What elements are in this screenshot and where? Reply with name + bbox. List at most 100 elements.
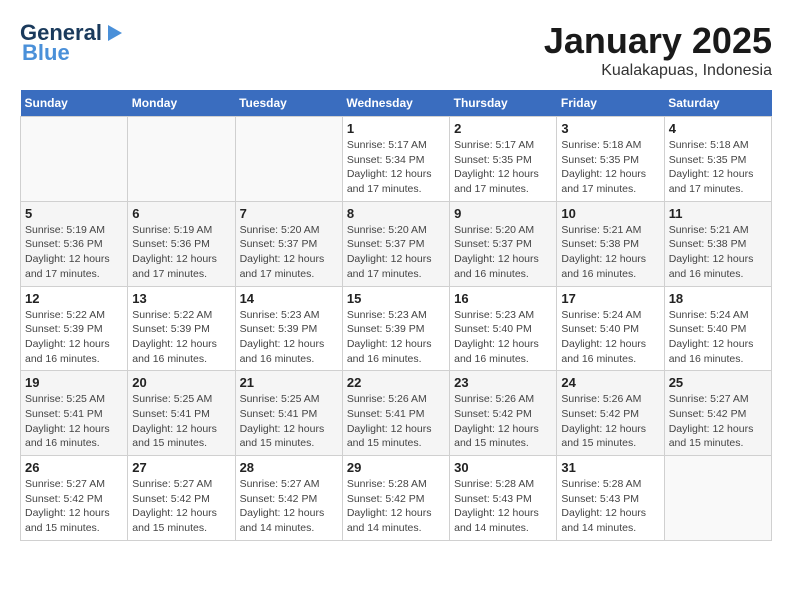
- weekday-header-monday: Monday: [128, 90, 235, 117]
- day-number: 5: [25, 206, 123, 221]
- calendar-cell: 4 Sunrise: 5:18 AM Sunset: 5:35 PM Daylig…: [664, 117, 771, 202]
- day-detail: Sunrise: 5:28 AM Sunset: 5:43 PM Dayligh…: [561, 477, 659, 536]
- calendar-cell: 2 Sunrise: 5:17 AM Sunset: 5:35 PM Daylig…: [450, 117, 557, 202]
- weekday-header-row: SundayMondayTuesdayWednesdayThursdayFrid…: [21, 90, 772, 117]
- calendar-cell: 16 Sunrise: 5:23 AM Sunset: 5:40 PM Dayli…: [450, 286, 557, 371]
- day-number: 29: [347, 460, 445, 475]
- calendar-cell: [21, 117, 128, 202]
- day-detail: Sunrise: 5:24 AM Sunset: 5:40 PM Dayligh…: [669, 308, 767, 367]
- calendar-cell: [235, 117, 342, 202]
- weekday-header-sunday: Sunday: [21, 90, 128, 117]
- day-detail: Sunrise: 5:17 AM Sunset: 5:35 PM Dayligh…: [454, 138, 552, 197]
- day-number: 17: [561, 291, 659, 306]
- weekday-header-friday: Friday: [557, 90, 664, 117]
- weekday-header-thursday: Thursday: [450, 90, 557, 117]
- calendar-cell: 12Sunrise: 5:22 AM Sunset: 5:39 PM Dayli…: [21, 286, 128, 371]
- day-detail: Sunrise: 5:23 AM Sunset: 5:40 PM Dayligh…: [454, 308, 552, 367]
- day-detail: Sunrise: 5:25 AM Sunset: 5:41 PM Dayligh…: [25, 392, 123, 451]
- day-detail: Sunrise: 5:27 AM Sunset: 5:42 PM Dayligh…: [132, 477, 230, 536]
- calendar-cell: 1Sunrise: 5:17 AM Sunset: 5:34 PM Daylig…: [342, 117, 449, 202]
- day-detail: Sunrise: 5:21 AM Sunset: 5:38 PM Dayligh…: [669, 223, 767, 282]
- calendar-cell: 14Sunrise: 5:23 AM Sunset: 5:39 PM Dayli…: [235, 286, 342, 371]
- calendar-cell: 13Sunrise: 5:22 AM Sunset: 5:39 PM Dayli…: [128, 286, 235, 371]
- day-detail: Sunrise: 5:20 AM Sunset: 5:37 PM Dayligh…: [347, 223, 445, 282]
- day-number: 16: [454, 291, 552, 306]
- day-number: 7: [240, 206, 338, 221]
- day-detail: Sunrise: 5:26 AM Sunset: 5:42 PM Dayligh…: [561, 392, 659, 451]
- day-detail: Sunrise: 5:23 AM Sunset: 5:39 PM Dayligh…: [240, 308, 338, 367]
- day-detail: Sunrise: 5:20 AM Sunset: 5:37 PM Dayligh…: [240, 223, 338, 282]
- calendar-table: SundayMondayTuesdayWednesdayThursdayFrid…: [20, 90, 772, 541]
- calendar-cell: 26 Sunrise: 5:27 AM Sunset: 5:42 PM Dayli…: [21, 456, 128, 541]
- logo-text-blue: Blue: [22, 40, 70, 66]
- day-detail: Sunrise: 5:17 AM Sunset: 5:34 PM Dayligh…: [347, 138, 445, 197]
- calendar-cell: 6Sunrise: 5:19 AM Sunset: 5:36 PM Daylig…: [128, 201, 235, 286]
- day-number: 24: [561, 375, 659, 390]
- calendar-cell: 8 Sunrise: 5:20 AM Sunset: 5:37 PM Daylig…: [342, 201, 449, 286]
- calendar-cell: 9 Sunrise: 5:20 AM Sunset: 5:37 PM Daylig…: [450, 201, 557, 286]
- page-header: General Blue January 2025 Kualakapuas, I…: [20, 20, 772, 80]
- calendar-cell: 31Sunrise: 5:28 AM Sunset: 5:43 PM Dayli…: [557, 456, 664, 541]
- calendar-title: January 2025: [544, 20, 772, 62]
- calendar-cell: 15 Sunrise: 5:23 AM Sunset: 5:39 PM Dayli…: [342, 286, 449, 371]
- day-number: 30: [454, 460, 552, 475]
- day-detail: Sunrise: 5:18 AM Sunset: 5:35 PM Dayligh…: [561, 138, 659, 197]
- calendar-cell: 11 Sunrise: 5:21 AM Sunset: 5:38 PM Dayli…: [664, 201, 771, 286]
- calendar-cell: 17 Sunrise: 5:24 AM Sunset: 5:40 PM Dayli…: [557, 286, 664, 371]
- calendar-subtitle: Kualakapuas, Indonesia: [544, 62, 772, 80]
- day-number: 15: [347, 291, 445, 306]
- weekday-header-wednesday: Wednesday: [342, 90, 449, 117]
- calendar-cell: 5 Sunrise: 5:19 AM Sunset: 5:36 PM Daylig…: [21, 201, 128, 286]
- day-number: 20: [132, 375, 230, 390]
- day-number: 3: [561, 121, 659, 136]
- calendar-cell: 10Sunrise: 5:21 AM Sunset: 5:38 PM Dayli…: [557, 201, 664, 286]
- calendar-cell: [128, 117, 235, 202]
- day-detail: Sunrise: 5:21 AM Sunset: 5:38 PM Dayligh…: [561, 223, 659, 282]
- day-number: 11: [669, 206, 767, 221]
- weekday-header-saturday: Saturday: [664, 90, 771, 117]
- calendar-cell: 3 Sunrise: 5:18 AM Sunset: 5:35 PM Daylig…: [557, 117, 664, 202]
- calendar-cell: 23Sunrise: 5:26 AM Sunset: 5:42 PM Dayli…: [450, 371, 557, 456]
- calendar-cell: 21Sunrise: 5:25 AM Sunset: 5:41 PM Dayli…: [235, 371, 342, 456]
- week-row-1: 1Sunrise: 5:17 AM Sunset: 5:34 PM Daylig…: [21, 117, 772, 202]
- calendar-cell: 24 Sunrise: 5:26 AM Sunset: 5:42 PM Dayli…: [557, 371, 664, 456]
- logo: General Blue: [20, 20, 124, 66]
- day-detail: Sunrise: 5:27 AM Sunset: 5:42 PM Dayligh…: [25, 477, 123, 536]
- day-detail: Sunrise: 5:23 AM Sunset: 5:39 PM Dayligh…: [347, 308, 445, 367]
- day-number: 2: [454, 121, 552, 136]
- day-number: 22: [347, 375, 445, 390]
- calendar-cell: 29 Sunrise: 5:28 AM Sunset: 5:42 PM Dayli…: [342, 456, 449, 541]
- day-detail: Sunrise: 5:24 AM Sunset: 5:40 PM Dayligh…: [561, 308, 659, 367]
- day-number: 26: [25, 460, 123, 475]
- day-detail: Sunrise: 5:18 AM Sunset: 5:35 PM Dayligh…: [669, 138, 767, 197]
- day-detail: Sunrise: 5:25 AM Sunset: 5:41 PM Dayligh…: [240, 392, 338, 451]
- day-number: 18: [669, 291, 767, 306]
- logo-icon: [104, 23, 124, 43]
- week-row-3: 12Sunrise: 5:22 AM Sunset: 5:39 PM Dayli…: [21, 286, 772, 371]
- day-number: 19: [25, 375, 123, 390]
- day-detail: Sunrise: 5:26 AM Sunset: 5:42 PM Dayligh…: [454, 392, 552, 451]
- day-detail: Sunrise: 5:19 AM Sunset: 5:36 PM Dayligh…: [25, 223, 123, 282]
- day-detail: Sunrise: 5:20 AM Sunset: 5:37 PM Dayligh…: [454, 223, 552, 282]
- week-row-2: 5 Sunrise: 5:19 AM Sunset: 5:36 PM Daylig…: [21, 201, 772, 286]
- day-detail: Sunrise: 5:26 AM Sunset: 5:41 PM Dayligh…: [347, 392, 445, 451]
- week-row-5: 26 Sunrise: 5:27 AM Sunset: 5:42 PM Dayli…: [21, 456, 772, 541]
- calendar-cell: 7 Sunrise: 5:20 AM Sunset: 5:37 PM Daylig…: [235, 201, 342, 286]
- calendar-cell: 19 Sunrise: 5:25 AM Sunset: 5:41 PM Dayli…: [21, 371, 128, 456]
- day-number: 25: [669, 375, 767, 390]
- day-number: 8: [347, 206, 445, 221]
- day-number: 4: [669, 121, 767, 136]
- day-detail: Sunrise: 5:28 AM Sunset: 5:43 PM Dayligh…: [454, 477, 552, 536]
- day-detail: Sunrise: 5:22 AM Sunset: 5:39 PM Dayligh…: [132, 308, 230, 367]
- day-number: 9: [454, 206, 552, 221]
- day-number: 28: [240, 460, 338, 475]
- week-row-4: 19 Sunrise: 5:25 AM Sunset: 5:41 PM Dayli…: [21, 371, 772, 456]
- calendar-cell: 27 Sunrise: 5:27 AM Sunset: 5:42 PM Dayli…: [128, 456, 235, 541]
- calendar-cell: 30 Sunrise: 5:28 AM Sunset: 5:43 PM Dayli…: [450, 456, 557, 541]
- calendar-cell: [664, 456, 771, 541]
- calendar-cell: 20Sunrise: 5:25 AM Sunset: 5:41 PM Dayli…: [128, 371, 235, 456]
- day-detail: Sunrise: 5:28 AM Sunset: 5:42 PM Dayligh…: [347, 477, 445, 536]
- calendar-cell: 18 Sunrise: 5:24 AM Sunset: 5:40 PM Dayli…: [664, 286, 771, 371]
- calendar-cell: 25Sunrise: 5:27 AM Sunset: 5:42 PM Dayli…: [664, 371, 771, 456]
- day-number: 27: [132, 460, 230, 475]
